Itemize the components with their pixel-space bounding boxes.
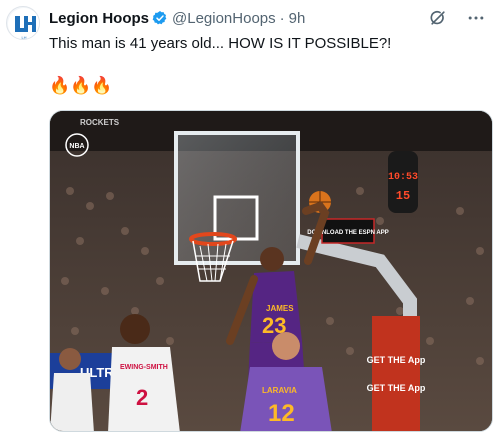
get-app-text-1: GET THE App bbox=[367, 355, 426, 365]
avatar-letters: LH bbox=[21, 35, 26, 40]
left-player-number: 2 bbox=[136, 385, 148, 410]
clock-bottom: 15 bbox=[396, 189, 410, 203]
clock-top: 10:53 bbox=[388, 172, 418, 183]
tweet-text: This man is 41 years old... HOW IS IT PO… bbox=[49, 35, 392, 52]
corner-logo-text: NBA bbox=[69, 143, 84, 150]
get-app-text-2: GET THE App bbox=[367, 383, 426, 393]
rockets-small-text: ROCKETS bbox=[80, 118, 120, 127]
basketball-dunk-image: ULTRA NBA GET THE App GET THE App DOWNLO… bbox=[50, 111, 492, 431]
fire-emoji-row: 🔥🔥🔥 bbox=[49, 76, 113, 95]
author-handle[interactable]: @LegionHoops bbox=[172, 10, 276, 27]
more-icon[interactable] bbox=[466, 8, 486, 28]
grok-icon[interactable] bbox=[428, 8, 448, 28]
left-player-name: EWING-SMITH bbox=[120, 364, 168, 371]
header-actions bbox=[428, 8, 486, 28]
time-separator: · bbox=[279, 9, 285, 27]
stanchion-pad bbox=[372, 316, 420, 431]
tweet-media[interactable]: ULTRA NBA GET THE App GET THE App DOWNLO… bbox=[49, 110, 493, 432]
avatar[interactable]: LH bbox=[6, 6, 40, 40]
front-player-number: 12 bbox=[268, 400, 295, 427]
verified-badge-icon bbox=[152, 10, 168, 26]
tweet-header: Legion Hoops @LegionHoops · 9h bbox=[49, 8, 305, 28]
author-name[interactable]: Legion Hoops bbox=[49, 10, 149, 27]
legion-hoops-logo: LH bbox=[8, 8, 39, 40]
front-player-name: LARAVIA bbox=[262, 386, 297, 395]
tweet-card[interactable]: LH Legion Hoops @LegionHoops · 9h This m… bbox=[0, 0, 500, 440]
james-name: JAMES bbox=[266, 304, 294, 313]
timestamp[interactable]: 9h bbox=[289, 10, 306, 27]
